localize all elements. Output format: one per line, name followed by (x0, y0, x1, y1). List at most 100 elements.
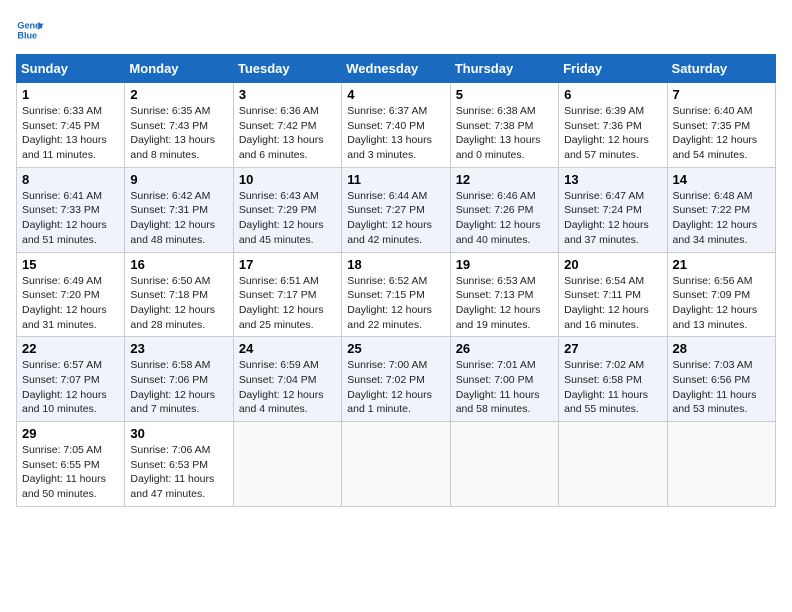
day-number: 30 (130, 426, 227, 441)
day-number: 20 (564, 257, 661, 272)
day-number: 3 (239, 87, 336, 102)
calendar-cell: 25Sunrise: 7:00 AM Sunset: 7:02 PM Dayli… (342, 337, 450, 422)
day-info: Sunrise: 7:02 AM Sunset: 6:58 PM Dayligh… (564, 358, 661, 417)
logo-icon: General Blue (16, 16, 44, 44)
calendar-cell: 14Sunrise: 6:48 AM Sunset: 7:22 PM Dayli… (667, 167, 775, 252)
day-number: 18 (347, 257, 444, 272)
day-info: Sunrise: 6:40 AM Sunset: 7:35 PM Dayligh… (673, 104, 770, 163)
day-info: Sunrise: 6:57 AM Sunset: 7:07 PM Dayligh… (22, 358, 119, 417)
calendar-cell: 10 Sunrise: 6:43 AM Sunset: 7:29 PM Dayli… (233, 167, 341, 252)
calendar-body: 1Sunrise: 6:33 AM Sunset: 7:45 PM Daylig… (17, 83, 776, 507)
day-number: 19 (456, 257, 553, 272)
day-info: Sunrise: 6:54 AM Sunset: 7:11 PM Dayligh… (564, 274, 661, 333)
day-info: Sunrise: 6:48 AM Sunset: 7:22 PM Dayligh… (673, 189, 770, 248)
calendar-cell: 28 Sunrise: 7:03 AM Sunset: 6:56 PM Dayli… (667, 337, 775, 422)
day-number: 6 (564, 87, 661, 102)
calendar-week-row: 8 Sunrise: 6:41 AM Sunset: 7:33 PM Daylig… (17, 167, 776, 252)
calendar-cell: 16 Sunrise: 6:50 AM Sunset: 7:18 PM Dayli… (125, 252, 233, 337)
day-number: 26 (456, 341, 553, 356)
calendar-cell: 30 Sunrise: 7:06 AM Sunset: 6:53 PM Dayli… (125, 422, 233, 507)
day-info: Sunrise: 6:44 AM Sunset: 7:27 PM Dayligh… (347, 189, 444, 248)
day-number: 7 (673, 87, 770, 102)
logo: General Blue (16, 16, 48, 44)
calendar-cell: 4Sunrise: 6:37 AM Sunset: 7:40 PM Daylig… (342, 83, 450, 168)
calendar-week-row: 1Sunrise: 6:33 AM Sunset: 7:45 PM Daylig… (17, 83, 776, 168)
day-info: Sunrise: 6:41 AM Sunset: 7:33 PM Dayligh… (22, 189, 119, 248)
day-number: 9 (130, 172, 227, 187)
calendar-cell: 21 Sunrise: 6:56 AM Sunset: 7:09 PM Dayli… (667, 252, 775, 337)
calendar-week-row: 15Sunrise: 6:49 AM Sunset: 7:20 PM Dayli… (17, 252, 776, 337)
day-number: 10 (239, 172, 336, 187)
day-of-week-header: Tuesday (233, 55, 341, 83)
day-number: 2 (130, 87, 227, 102)
calendar-cell: 7 Sunrise: 6:40 AM Sunset: 7:35 PM Daylig… (667, 83, 775, 168)
day-info: Sunrise: 6:38 AM Sunset: 7:38 PM Dayligh… (456, 104, 553, 163)
day-of-week-header: Thursday (450, 55, 558, 83)
page-header: General Blue (16, 16, 776, 44)
calendar-cell: 26 Sunrise: 7:01 AM Sunset: 7:00 PM Dayli… (450, 337, 558, 422)
calendar-cell: 9 Sunrise: 6:42 AM Sunset: 7:31 PM Daylig… (125, 167, 233, 252)
day-info: Sunrise: 6:35 AM Sunset: 7:43 PM Dayligh… (130, 104, 227, 163)
day-number: 22 (22, 341, 119, 356)
calendar-cell (450, 422, 558, 507)
calendar-cell: 18 Sunrise: 6:52 AM Sunset: 7:15 PM Dayli… (342, 252, 450, 337)
day-of-week-header: Monday (125, 55, 233, 83)
day-info: Sunrise: 6:49 AM Sunset: 7:20 PM Dayligh… (22, 274, 119, 333)
calendar-cell: 20 Sunrise: 6:54 AM Sunset: 7:11 PM Dayli… (559, 252, 667, 337)
calendar-cell (342, 422, 450, 507)
day-info: Sunrise: 6:42 AM Sunset: 7:31 PM Dayligh… (130, 189, 227, 248)
day-info: Sunrise: 6:52 AM Sunset: 7:15 PM Dayligh… (347, 274, 444, 333)
day-info: Sunrise: 7:05 AM Sunset: 6:55 PM Dayligh… (22, 443, 119, 502)
day-number: 5 (456, 87, 553, 102)
day-info: Sunrise: 6:46 AM Sunset: 7:26 PM Dayligh… (456, 189, 553, 248)
calendar-week-row: 29 Sunrise: 7:05 AM Sunset: 6:55 PM Dayli… (17, 422, 776, 507)
day-number: 28 (673, 341, 770, 356)
calendar-cell: 27 Sunrise: 7:02 AM Sunset: 6:58 PM Dayli… (559, 337, 667, 422)
calendar-cell (559, 422, 667, 507)
day-info: Sunrise: 6:56 AM Sunset: 7:09 PM Dayligh… (673, 274, 770, 333)
calendar-cell: 22 Sunrise: 6:57 AM Sunset: 7:07 PM Dayli… (17, 337, 125, 422)
day-info: Sunrise: 6:51 AM Sunset: 7:17 PM Dayligh… (239, 274, 336, 333)
day-info: Sunrise: 6:39 AM Sunset: 7:36 PM Dayligh… (564, 104, 661, 163)
day-number: 8 (22, 172, 119, 187)
calendar-cell: 5 Sunrise: 6:38 AM Sunset: 7:38 PM Daylig… (450, 83, 558, 168)
day-number: 11 (347, 172, 444, 187)
day-of-week-header: Friday (559, 55, 667, 83)
day-info: Sunrise: 6:50 AM Sunset: 7:18 PM Dayligh… (130, 274, 227, 333)
day-number: 24 (239, 341, 336, 356)
calendar-cell: 19 Sunrise: 6:53 AM Sunset: 7:13 PM Dayli… (450, 252, 558, 337)
day-number: 21 (673, 257, 770, 272)
day-info: Sunrise: 7:06 AM Sunset: 6:53 PM Dayligh… (130, 443, 227, 502)
days-of-week-row: SundayMondayTuesdayWednesdayThursdayFrid… (17, 55, 776, 83)
day-number: 29 (22, 426, 119, 441)
day-info: Sunrise: 6:43 AM Sunset: 7:29 PM Dayligh… (239, 189, 336, 248)
day-info: Sunrise: 7:03 AM Sunset: 6:56 PM Dayligh… (673, 358, 770, 417)
day-info: Sunrise: 6:36 AM Sunset: 7:42 PM Dayligh… (239, 104, 336, 163)
day-info: Sunrise: 6:58 AM Sunset: 7:06 PM Dayligh… (130, 358, 227, 417)
day-number: 16 (130, 257, 227, 272)
svg-text:Blue: Blue (17, 30, 37, 40)
calendar-cell: 15Sunrise: 6:49 AM Sunset: 7:20 PM Dayli… (17, 252, 125, 337)
day-number: 17 (239, 257, 336, 272)
calendar-cell: 13 Sunrise: 6:47 AM Sunset: 7:24 PM Dayli… (559, 167, 667, 252)
calendar-cell: 12Sunrise: 6:46 AM Sunset: 7:26 PM Dayli… (450, 167, 558, 252)
calendar-cell: 3 Sunrise: 6:36 AM Sunset: 7:42 PM Daylig… (233, 83, 341, 168)
day-info: Sunrise: 7:01 AM Sunset: 7:00 PM Dayligh… (456, 358, 553, 417)
calendar-cell: 11 Sunrise: 6:44 AM Sunset: 7:27 PM Dayli… (342, 167, 450, 252)
day-info: Sunrise: 6:59 AM Sunset: 7:04 PM Dayligh… (239, 358, 336, 417)
calendar-cell: 17 Sunrise: 6:51 AM Sunset: 7:17 PM Dayli… (233, 252, 341, 337)
calendar-cell (667, 422, 775, 507)
day-info: Sunrise: 6:47 AM Sunset: 7:24 PM Dayligh… (564, 189, 661, 248)
calendar-cell: 1Sunrise: 6:33 AM Sunset: 7:45 PM Daylig… (17, 83, 125, 168)
day-number: 23 (130, 341, 227, 356)
day-number: 27 (564, 341, 661, 356)
day-of-week-header: Wednesday (342, 55, 450, 83)
calendar-week-row: 22 Sunrise: 6:57 AM Sunset: 7:07 PM Dayli… (17, 337, 776, 422)
day-number: 25 (347, 341, 444, 356)
day-of-week-header: Saturday (667, 55, 775, 83)
day-of-week-header: Sunday (17, 55, 125, 83)
day-number: 13 (564, 172, 661, 187)
calendar-cell: 23 Sunrise: 6:58 AM Sunset: 7:06 PM Dayli… (125, 337, 233, 422)
day-info: Sunrise: 6:53 AM Sunset: 7:13 PM Dayligh… (456, 274, 553, 333)
calendar-cell: 8 Sunrise: 6:41 AM Sunset: 7:33 PM Daylig… (17, 167, 125, 252)
